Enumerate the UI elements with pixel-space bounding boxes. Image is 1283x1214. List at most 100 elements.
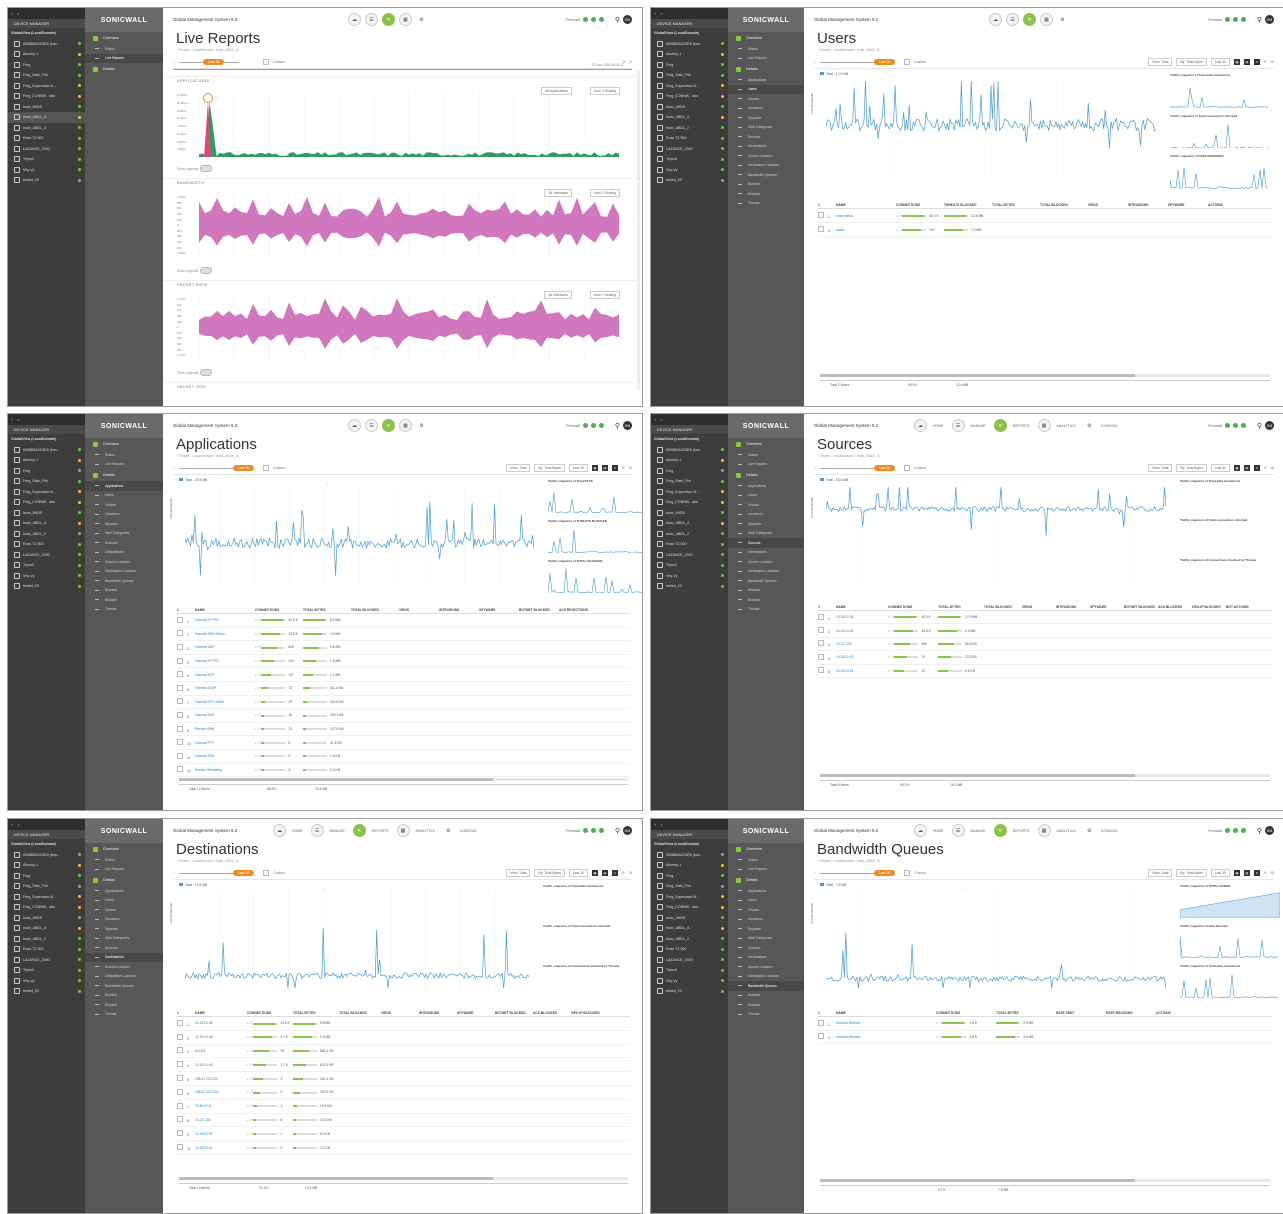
toggle-switch[interactable] [200,369,213,376]
sort-select[interactable]: By: Total Bytes [534,869,565,877]
manage-icon[interactable]: ☰ [951,824,965,837]
nav-sub-item[interactable]: Intrusions [728,510,804,520]
nav-sub-item[interactable]: Live Reports [728,54,804,64]
limit-select[interactable]: Last 30 [568,869,588,877]
tree-item[interactable]: tested_03 [8,175,85,186]
tree-item[interactable]: tested_03 [8,581,85,592]
avatar[interactable]: GM [1265,826,1274,835]
nav-sub-item[interactable]: Web Categories [85,529,163,539]
column-header[interactable]: NAME [836,605,888,609]
tree-root[interactable]: GlobalView (LocalDomain) [8,839,85,850]
location-icon[interactable]: ⚲ [615,827,620,835]
tree-item[interactable]: LAZANCE_2000 [651,550,728,561]
tree-item[interactable]: Trynoll [8,560,85,571]
row-checkbox[interactable] [177,1033,183,1040]
table-row[interactable]: 2 admin ⌕ ↗ 347 1.2 MB [818,223,1272,237]
nav-sub-item[interactable]: Destination Location [85,972,163,982]
add-icon[interactable]: + [654,11,656,16]
search-icon[interactable]: ⌕ [17,417,19,422]
tree-item[interactable]: Fmg_CONNW - abc [8,902,85,913]
nav-sub-item[interactable]: Web Categories [728,934,804,944]
tree-item[interactable]: 0006B5A2C8E8 (hos.. [8,850,85,861]
column-header[interactable]: SPYWARE [1168,203,1208,207]
reports-icon[interactable]: ✕ [352,824,366,837]
grid-view-icon[interactable]: ▦ [1233,870,1240,876]
nav-sub-item[interactable]: Viruses [728,500,804,510]
table-row[interactable]: 9 10.203.0.52 ⌕ ↗ 1 8.9 KB [177,1127,630,1142]
search-icon[interactable]: ⌕ [660,11,662,16]
legend-toggle[interactable]: Show Legends [177,267,213,274]
tree-item[interactable]: Isotc_ABDL_A [8,923,85,934]
location-icon[interactable]: ⚲ [1257,827,1262,835]
tree-item[interactable]: Alumny-1 [8,49,85,60]
nav-sub-item[interactable]: Status [728,855,804,865]
column-header[interactable]: VIRUS [1022,605,1056,609]
tree-item[interactable]: Alumny-1 [651,860,728,871]
horizontal-scrollbar[interactable] [179,1177,628,1180]
nav-sub-item[interactable]: Status [85,44,163,54]
row-checkbox[interactable] [177,1102,183,1109]
table-view-icon[interactable]: ≡ [611,465,618,471]
nav-sub-item[interactable]: Intrusions [728,104,804,114]
nav-sub-item[interactable]: Sources [85,943,163,953]
legend-toggle[interactable]: Show Legends [177,165,213,172]
row-checkbox[interactable] [818,627,824,634]
time-slider[interactable] [819,872,880,874]
column-header[interactable]: ACTIONS [1156,1011,1196,1015]
nav-overview[interactable]: Overview [728,32,804,44]
nav-details[interactable]: Details [728,874,804,886]
row-name-link[interactable]: General HTTPS [195,659,255,663]
home-icon[interactable]: ☁ [348,419,361,432]
location-icon[interactable]: ⚲ [615,422,620,430]
table-row[interactable]: 3 8.8.8.8 ⌕ ↗ 78 880.4 KB [177,1045,630,1059]
row-checkbox[interactable] [177,1116,183,1123]
sort-select[interactable]: By: Total Bytes [1176,58,1207,66]
row-name-link[interactable]: General ICMP [195,686,255,690]
nav-sub-item[interactable]: Applications [728,481,804,491]
nav-sub-item[interactable]: Threats [728,199,804,209]
location-icon[interactable]: ⚲ [1257,422,1262,430]
refresh-icon[interactable]: ⟳ [622,60,625,64]
limit-select[interactable]: Last 30 [1210,869,1230,877]
column-header[interactable]: RATE RECEIVED [1106,1011,1156,1015]
console-icon[interactable]: ⚙ [416,420,427,431]
time-range-handle[interactable]: Last 30 [203,59,225,65]
row-name-link[interactable]: Service Streaming [195,768,255,772]
analytics-icon[interactable]: ▦ [1037,419,1051,432]
column-header[interactable]: GEO-IP BLOCKED [1192,605,1226,609]
table-row[interactable]: 5 General NTP ⌕ ↗ 127 1.2 MB [177,668,630,682]
column-header[interactable]: VIRUS [381,1011,419,1015]
row-checkbox[interactable] [177,725,183,732]
search-icon[interactable]: ⌕ [17,822,19,827]
location-icon[interactable]: ⚲ [615,16,620,24]
column-header[interactable]: RATE SENT [1056,1011,1106,1015]
row-checkbox[interactable] [177,1075,183,1082]
tree-item[interactable]: Fmg_Stab_Fhh [8,70,85,81]
tree-item[interactable]: Ross TZ 500 [651,539,728,550]
column-header[interactable]: CONNECTIONS [255,608,303,612]
row-checkbox[interactable] [177,671,183,678]
nav-sub-item[interactable]: Users [85,491,163,501]
row-name-link[interactable]: General NTP [195,673,255,677]
column-header[interactable]: INTRUSIONS [1056,605,1090,609]
tree-item[interactable]: Fmg_Supervisor-N... [651,81,728,92]
tree-item[interactable]: Fmg_Stab_Fhh [651,476,728,487]
table-row[interactable]: 6 208.67.220.220 ⌕ ↗ 3 220.5 KB [177,1086,630,1100]
grid-view-icon[interactable]: ▦ [1233,59,1240,65]
reports-icon[interactable]: ✕ [382,419,395,432]
column-header[interactable]: CONNECTIONS [247,1011,293,1015]
row-checkbox[interactable] [818,653,824,660]
table-row[interactable]: 2 10.203.0.52 ⌕ ↗ 33.8 K 2.3 MB [818,624,1272,638]
row-checkbox[interactable] [177,711,183,718]
console-icon[interactable]: ⚙ [1084,420,1095,431]
column-header[interactable]: THREATS BLOCKED [944,203,992,207]
nav-sub-item[interactable]: Intrusions [85,510,163,520]
nav-sub-item[interactable]: Bandwidth Queues [728,981,804,991]
row-checkbox[interactable] [177,1130,183,1137]
column-header[interactable]: SPYWARE [479,608,519,612]
live-chart-svg[interactable] [198,295,620,361]
nav-sub-item[interactable]: Blocked [728,991,804,1001]
custom-checkbox[interactable] [262,59,269,65]
nav-sub-item[interactable]: Destination Location [85,567,163,577]
refresh-icon[interactable]: ⟳ [622,871,625,875]
